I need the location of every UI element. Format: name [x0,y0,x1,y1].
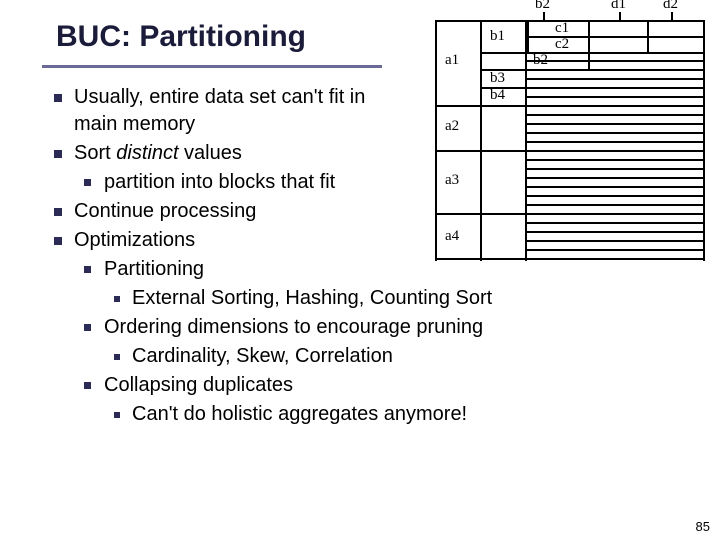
text: Optimizations [74,229,195,251]
hline [480,87,703,89]
hline [525,123,703,125]
vline [703,20,705,261]
vline [435,20,437,261]
text: Sort [74,142,116,164]
bullet-opt-sorting: External Sorting, Hashing, Counting Sort [110,285,680,312]
hline [525,96,703,98]
hline [480,69,703,71]
diagram-label-a3: a3 [445,172,459,189]
hline [525,132,703,134]
hline [525,168,703,170]
bullet-opt-collapsing: Collapsing duplicates [80,372,680,399]
diagram-label-b4: b4 [490,87,505,104]
text-italic: distinct [116,142,178,164]
slide: BUC: Partitioning Usually, entire data s… [0,0,720,540]
text: Collapsing duplicates [104,374,293,396]
partition-diagram: b2 d1 d2 [395,0,715,265]
vline [588,20,590,71]
hline [525,159,703,161]
bullet-memory: Usually, entire data set can't fit in ma… [50,84,404,138]
hline [525,195,703,197]
hline [525,78,703,80]
hline [435,105,703,107]
hline [525,141,703,143]
diagram-label-b1: b1 [490,28,505,45]
hline [435,213,703,215]
hline [525,222,703,224]
vline [480,20,482,261]
text: values [179,142,242,164]
text: Ordering dimensions to encourage pruning [104,316,483,338]
hline [525,186,703,188]
text: Usually, entire data set can't fit in ma… [74,86,365,135]
text: partition into blocks that fit [104,171,335,193]
hline [525,231,703,233]
bullet-opt-collapsing-detail: Can't do holistic aggregates anymore! [110,401,680,428]
text: Continue processing [74,200,256,222]
hline [480,52,703,54]
hline [525,177,703,179]
diagram-label-b3: b3 [490,70,505,87]
hline [435,258,703,260]
hline [525,249,703,251]
text: Can't do holistic aggregates anymore! [132,403,467,425]
bullet-opt-ordering: Ordering dimensions to encourage pruning [80,314,680,341]
diagram-label-b2b: b2 [533,52,548,69]
hline [525,204,703,206]
hline [525,36,703,38]
text: Cardinality, Skew, Correlation [132,345,393,367]
hline [525,114,703,116]
text: External Sorting, Hashing, Counting Sort [132,287,492,309]
text: Partitioning [104,258,204,280]
hline [435,150,703,152]
hline [525,60,703,62]
diagram-label-c2: c2 [555,36,569,53]
diagram-label-a2: a2 [445,118,459,135]
title-underline [42,65,382,68]
diagram-label-c1: c1 [555,20,569,37]
diagram-label-a4: a4 [445,228,459,245]
page-number: 85 [696,519,710,534]
hline [525,240,703,242]
bullet-opt-ordering-detail: Cardinality, Skew, Correlation [110,343,680,370]
slide-title: BUC: Partitioning [56,20,306,54]
diagram-label-a1: a1 [445,52,459,69]
